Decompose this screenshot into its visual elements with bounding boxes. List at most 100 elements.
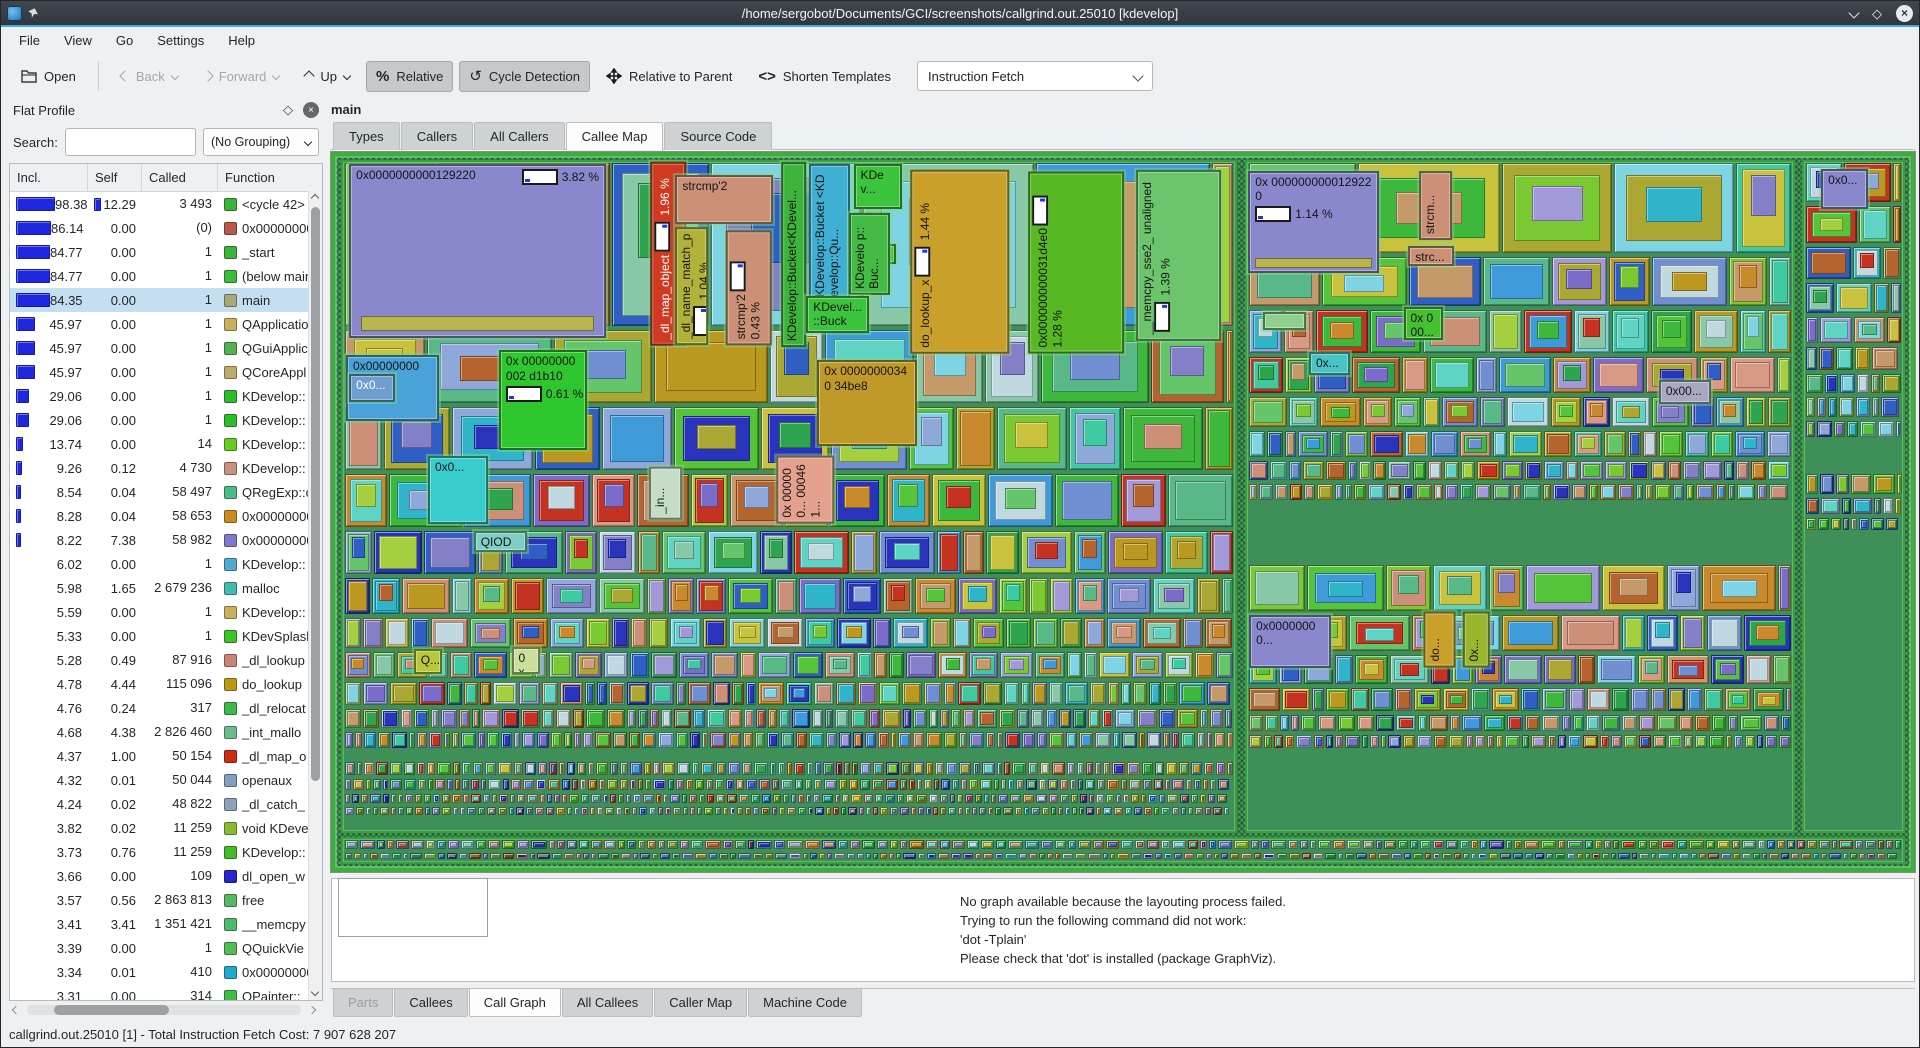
treemap-block[interactable]: 0x 000... <box>1404 307 1443 340</box>
scroll-down-icon[interactable] <box>311 988 319 996</box>
treemap-block[interactable]: 0x... <box>1309 352 1350 375</box>
forward-button[interactable]: Forward <box>194 61 290 92</box>
table-row[interactable]: 84.770.001(below main) <box>10 264 322 288</box>
up-button[interactable]: Up <box>295 61 360 92</box>
menu-help[interactable]: Help <box>218 30 265 51</box>
treemap-block[interactable]: KDevelo p::Buc... <box>849 213 890 295</box>
treemap-block[interactable]: do_lookup_x 1.44 % <box>910 170 1009 354</box>
tab-callee-map[interactable]: Callee Map <box>566 122 664 150</box>
treemap-block[interactable]: 0x000000000031d4e0 1.28 % <box>1028 172 1124 354</box>
treemap-block[interactable]: strcmp'2 0.43 % <box>726 230 772 345</box>
table-row[interactable]: 3.730.7611 259KDevelop:: <box>10 840 322 864</box>
scroll-right-icon[interactable] <box>308 1006 316 1014</box>
table-row[interactable]: 4.371.0050 154_dl_map_o <box>10 744 322 768</box>
column-called[interactable]: Called <box>142 164 218 191</box>
menu-file[interactable]: File <box>9 30 50 51</box>
treemap-block[interactable]: 0x0... <box>349 374 395 402</box>
treemap-block[interactable]: KDevel... ::Bucke... <box>806 296 869 333</box>
treemap-block[interactable]: 0x 00000000001292201.14 % <box>1248 171 1379 273</box>
open-button[interactable]: Open <box>11 61 86 92</box>
minimize-icon[interactable] <box>1848 7 1859 18</box>
table-row[interactable]: 45.970.001QCoreAppl <box>10 360 322 384</box>
callee-treemap[interactable]: 0x00000000001292203.82 %_dl_map_object 1… <box>331 152 1915 872</box>
dock-close-icon[interactable]: × <box>303 102 319 118</box>
treemap-block[interactable]: 0x 000000... 000461... <box>776 456 834 524</box>
table-row[interactable]: 8.540.0458 497QRegExp::o <box>10 480 322 504</box>
horizontal-scrollbar[interactable] <box>13 1003 315 1017</box>
search-input[interactable] <box>65 128 196 156</box>
treemap-block[interactable]: do... <box>1424 612 1456 668</box>
tab-callers[interactable]: Callers <box>401 122 473 150</box>
cycle-detection-toggle[interactable]: ↺ Cycle Detection <box>459 61 590 92</box>
table-row[interactable]: 6.020.001KDevelop:: <box>10 552 322 576</box>
table-row[interactable]: 3.390.001QQuickVie <box>10 936 322 960</box>
column-self[interactable]: Self <box>88 164 142 191</box>
table-row[interactable]: 5.330.001KDevSplash <box>10 624 322 648</box>
treemap-block[interactable]: 0x... <box>1463 612 1490 668</box>
treemap-block[interactable]: 0x00... <box>1659 380 1711 404</box>
treemap-block[interactable]: 0x 00000000002 d1b100.61 % <box>499 350 587 450</box>
treemap-block[interactable]: _in... <box>649 467 682 520</box>
table-row[interactable]: 9.260.124 730KDevelop:: <box>10 456 322 480</box>
table-row[interactable]: 13.740.0014KDevelop:: <box>10 432 322 456</box>
menu-settings[interactable]: Settings <box>147 30 214 51</box>
relative-to-parent-toggle[interactable]: Relative to Parent <box>596 60 742 92</box>
tab-call-graph[interactable]: Call Graph <box>469 989 561 1017</box>
treemap-block[interactable]: strcm... <box>1419 171 1452 240</box>
table-row[interactable]: 3.310.00314QPainter:: <box>10 984 322 1000</box>
shorten-templates-toggle[interactable]: <> Shorten Templates <box>748 61 901 92</box>
treemap-block[interactable]: 0x0... <box>428 456 488 524</box>
table-row[interactable]: 84.770.001_start <box>10 240 322 264</box>
table-row[interactable]: 5.981.652 679 236malloc <box>10 576 322 600</box>
table-row[interactable]: 84.350.001main <box>10 288 322 312</box>
treemap-block[interactable]: strc... <box>1408 246 1454 266</box>
event-type-select[interactable]: Instruction Fetch <box>917 61 1153 91</box>
table-row[interactable]: 3.820.0211 259void KDeve <box>10 816 322 840</box>
tab-types[interactable]: Types <box>333 122 400 150</box>
maximize-icon[interactable]: ◇ <box>1872 7 1882 20</box>
grouping-select[interactable]: (No Grouping) <box>203 128 319 156</box>
table-row[interactable]: 8.280.0458 6530x00000000 <box>10 504 322 528</box>
scroll-up-icon[interactable] <box>311 194 319 202</box>
table-row[interactable]: 4.240.0248 822_dl_catch_ <box>10 792 322 816</box>
tab-all-callers[interactable]: All Callers <box>474 122 565 150</box>
tab-caller-map[interactable]: Caller Map <box>654 989 747 1017</box>
table-row[interactable]: 29.060.001KDevelop:: <box>10 384 322 408</box>
table-row[interactable]: 3.413.411 351 421__memcpy <box>10 912 322 936</box>
treemap-block[interactable]: _dl_name_match_p 1.04 % <box>675 227 708 345</box>
treemap-block[interactable]: 0x00000000... <box>1249 615 1331 668</box>
menu-go[interactable]: Go <box>106 30 143 51</box>
table-row[interactable]: 5.590.001KDevelop:: <box>10 600 322 624</box>
tab-all-callees[interactable]: All Callees <box>562 989 653 1017</box>
treemap-block[interactable]: __m... <box>1263 312 1306 330</box>
treemap-block[interactable]: KDevelop::Bucket<KDevel... <box>781 162 806 347</box>
vertical-scrollbar-thumb[interactable] <box>311 207 320 781</box>
treemap-block[interactable]: KDev... <box>854 164 903 209</box>
treemap-block[interactable]: 0x0... <box>1821 169 1868 209</box>
back-button[interactable]: Back <box>111 61 188 92</box>
table-row[interactable]: 98.3812.293 493<cycle 42> <box>10 192 322 216</box>
table-row[interactable]: 3.570.562 863 813free <box>10 888 322 912</box>
treemap-block[interactable]: strcmp'2 <box>675 175 773 225</box>
table-header[interactable]: Incl. Self Called Function <box>10 164 322 192</box>
call-graph-birdseye[interactable] <box>338 878 488 937</box>
table-row[interactable]: 4.784.44115 096do_lookup <box>10 672 322 696</box>
table-row[interactable]: 29.060.001KDevelop:: <box>10 408 322 432</box>
treemap-block[interactable]: 0x00000000001292203.82 % <box>349 164 606 338</box>
table-row[interactable]: 3.660.00109dl_open_w <box>10 864 322 888</box>
treemap-block[interactable]: __memcpy_sse2_ unaligned 1.39 % <box>1136 170 1221 341</box>
relative-toggle[interactable]: % Relative <box>366 61 453 92</box>
table-row[interactable]: 5.280.4987 916_dl_lookup <box>10 648 322 672</box>
table-row[interactable]: 4.684.382 826 460_int_mallo <box>10 720 322 744</box>
treemap-block[interactable]: KDevelop::Bucket <KDevelop::Qu... <box>809 164 850 303</box>
table-row[interactable]: 86.140.00(0)0x00000000 <box>10 216 322 240</box>
table-row[interactable]: 4.320.0150 044openaux <box>10 768 322 792</box>
table-row[interactable]: 3.340.014100x00000000 <box>10 960 322 984</box>
tab-source-code[interactable]: Source Code <box>664 122 772 150</box>
tab-callees[interactable]: Callees <box>394 989 467 1017</box>
treemap-block[interactable]: Q... <box>414 649 442 674</box>
tab-machine-code[interactable]: Machine Code <box>748 989 862 1017</box>
column-incl[interactable]: Incl. <box>10 164 88 191</box>
menu-view[interactable]: View <box>54 30 102 51</box>
horizontal-scrollbar-thumb[interactable] <box>54 1005 169 1015</box>
